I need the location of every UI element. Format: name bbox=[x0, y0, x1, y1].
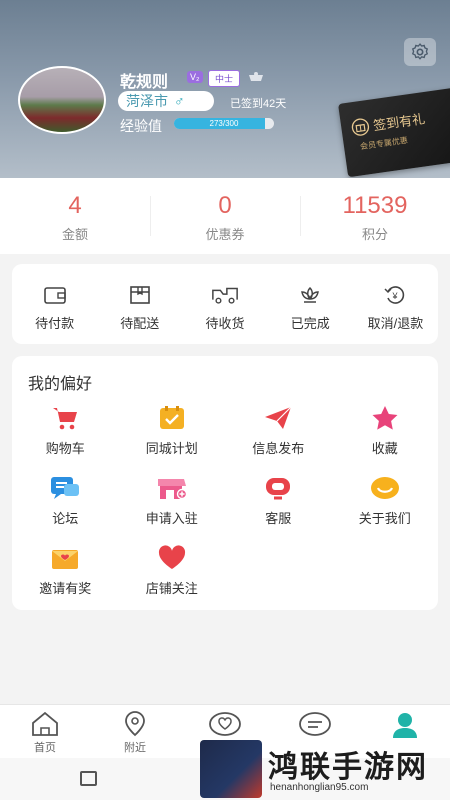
order-label: 待配送 bbox=[120, 316, 160, 331]
watermark-logo bbox=[200, 740, 262, 798]
pref-label: 申请入驻 bbox=[145, 511, 198, 526]
pref-label: 客服 bbox=[265, 511, 292, 526]
home-icon bbox=[32, 711, 58, 736]
message-icon bbox=[299, 712, 331, 736]
stat-coupons[interactable]: 0 优惠券 bbox=[150, 178, 300, 254]
stat-value: 4 bbox=[68, 192, 82, 219]
vip-badge: V₂ bbox=[187, 71, 203, 83]
username: 乾规则 bbox=[120, 74, 169, 91]
stat-label: 积分 bbox=[361, 227, 388, 242]
exp-progress-bar: 273/300 bbox=[174, 118, 274, 129]
pref-label: 购物车 bbox=[45, 441, 85, 456]
rank-badge: 中士 bbox=[208, 70, 241, 87]
location-icon bbox=[125, 711, 145, 737]
store-icon bbox=[157, 479, 187, 500]
order-completed[interactable]: 已完成 bbox=[268, 264, 353, 344]
nav-nearby[interactable]: 附近 bbox=[90, 705, 180, 758]
watermark-title: 鸿联手游网 bbox=[268, 750, 428, 785]
preferences-panel: 我的偏好 购物车 同城计划 信息发布 收藏 论坛 申请入驻 客服 关于我们 邀请… bbox=[12, 356, 438, 610]
chat-icon bbox=[51, 477, 80, 499]
package-icon bbox=[129, 286, 150, 304]
pref-label: 收藏 bbox=[371, 441, 398, 456]
order-label: 已完成 bbox=[290, 316, 330, 331]
status-bar bbox=[16, 6, 434, 24]
pref-cart[interactable]: 购物车 bbox=[12, 404, 119, 457]
pref-label: 论坛 bbox=[52, 511, 79, 526]
order-status-panel: 待付款 待配送 待收货 已完成 ¥ 取消/退款 bbox=[12, 264, 438, 344]
send-icon bbox=[265, 406, 292, 429]
pref-label: 店铺关注 bbox=[145, 581, 198, 596]
signin-card[interactable]: 签到有礼 会员专属优惠 bbox=[338, 87, 450, 178]
exp-value: 273/300 bbox=[209, 119, 239, 128]
pref-apply-store[interactable]: 申请入驻 bbox=[119, 474, 226, 527]
exp-label: 经验值 bbox=[120, 118, 162, 134]
plan-icon bbox=[159, 406, 184, 429]
pref-store-follow[interactable]: 店铺关注 bbox=[119, 544, 226, 597]
watermark-url: henanhonglian95.com bbox=[270, 782, 369, 793]
pref-customer-service[interactable]: 客服 bbox=[225, 474, 332, 527]
truck-icon bbox=[212, 287, 238, 304]
svg-text:¥: ¥ bbox=[392, 291, 399, 301]
order-pending-receipt[interactable]: 待收货 bbox=[182, 264, 267, 344]
nav-home[interactable]: 首页 bbox=[0, 705, 90, 758]
order-pending-delivery[interactable]: 待配送 bbox=[97, 264, 182, 344]
pref-forum[interactable]: 论坛 bbox=[12, 474, 119, 527]
profile-header: 乾规则 V₂ 中士 菏泽市 ♂ 已签到42天 经验值 273/300 签到有礼 … bbox=[0, 0, 450, 178]
city-pill: 菏泽市 ♂ bbox=[118, 91, 214, 111]
pref-label: 信息发布 bbox=[252, 441, 305, 456]
pref-label: 邀请有奖 bbox=[39, 581, 92, 596]
pref-city-plan[interactable]: 同城计划 bbox=[119, 404, 226, 457]
heart-icon bbox=[158, 545, 185, 569]
pref-publish[interactable]: 信息发布 bbox=[225, 404, 332, 457]
preferences-grid: 购物车 同城计划 信息发布 收藏 论坛 申请入驻 客服 关于我们 邀请有奖 店铺… bbox=[12, 404, 438, 597]
pref-favorites[interactable]: 收藏 bbox=[332, 404, 439, 457]
stat-label: 金额 bbox=[61, 227, 88, 242]
pref-label: 关于我们 bbox=[358, 511, 411, 526]
stat-value: 11539 bbox=[342, 192, 408, 219]
watermark: 鸿联手游网 henanhonglian95.com bbox=[196, 738, 450, 800]
crown-icon bbox=[249, 72, 263, 81]
lotus-icon bbox=[301, 286, 320, 303]
envelope-icon bbox=[52, 550, 79, 569]
pref-label: 同城计划 bbox=[145, 441, 198, 456]
order-label: 待收货 bbox=[205, 316, 245, 331]
refund-icon: ¥ bbox=[384, 286, 405, 304]
pref-invite[interactable]: 邀请有奖 bbox=[12, 544, 119, 597]
gift-icon bbox=[351, 117, 370, 136]
user-icon bbox=[393, 713, 417, 738]
preferences-title: 我的偏好 bbox=[28, 376, 93, 393]
signed-days: 已签到42天 bbox=[230, 98, 287, 110]
smile-icon bbox=[370, 477, 399, 499]
heart-chat-icon bbox=[209, 712, 241, 736]
avatar[interactable] bbox=[18, 66, 106, 134]
signin-title: 签到有礼 bbox=[372, 111, 426, 134]
gear-icon bbox=[411, 43, 429, 60]
stats-bar: 4 金额 0 优惠券 11539 积分 bbox=[0, 178, 450, 254]
male-icon: ♂ bbox=[174, 93, 185, 109]
order-refund[interactable]: ¥ 取消/退款 bbox=[353, 264, 438, 344]
stat-points[interactable]: 11539 积分 bbox=[300, 178, 450, 254]
order-label: 待付款 bbox=[35, 316, 75, 331]
headset-icon bbox=[266, 478, 291, 500]
star-icon bbox=[372, 406, 398, 430]
recent-apps-button[interactable] bbox=[80, 771, 97, 786]
settings-button[interactable] bbox=[404, 38, 436, 66]
signin-subtitle: 会员专属优惠 bbox=[359, 135, 409, 152]
stat-value: 0 bbox=[218, 192, 232, 219]
stat-label: 优惠券 bbox=[205, 227, 245, 242]
order-pending-payment[interactable]: 待付款 bbox=[12, 264, 97, 344]
nav-label: 附近 bbox=[124, 742, 146, 754]
pref-about-us[interactable]: 关于我们 bbox=[332, 474, 439, 527]
stat-balance[interactable]: 4 金额 bbox=[0, 178, 150, 254]
order-label: 取消/退款 bbox=[367, 316, 424, 331]
nav-label: 首页 bbox=[34, 742, 56, 754]
wallet-icon bbox=[43, 287, 66, 304]
cart-icon bbox=[53, 408, 78, 430]
city-name: 菏泽市 bbox=[126, 93, 168, 109]
